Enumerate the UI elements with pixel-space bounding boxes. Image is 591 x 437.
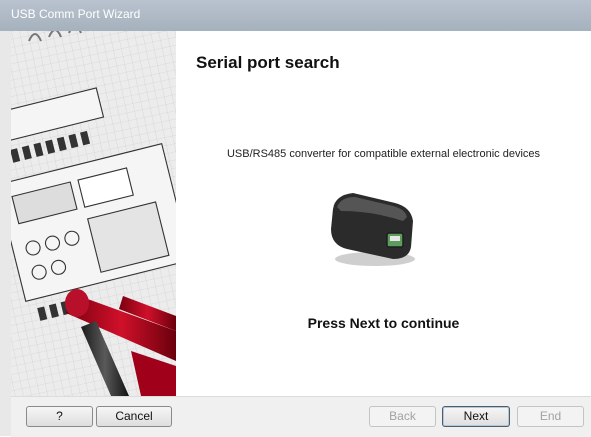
wizard-content: Serial port search USB/RS485 converter f… xyxy=(176,31,591,396)
next-button[interactable]: Next xyxy=(442,406,510,427)
title-bar[interactable]: USB Comm Port Wizard xyxy=(0,0,591,31)
page-description: USB/RS485 converter for compatible exter… xyxy=(226,148,541,160)
help-button[interactable]: ? xyxy=(26,406,93,427)
page-heading: Serial port search xyxy=(196,53,340,72)
cancel-button[interactable]: Cancel xyxy=(96,406,172,427)
end-button[interactable]: End xyxy=(517,406,584,427)
usb-rs485-converter-image xyxy=(331,193,415,266)
graph-paper-controller-illustration xyxy=(11,31,176,396)
back-button[interactable]: Back xyxy=(369,406,436,427)
wizard-side-image xyxy=(11,31,176,396)
instruction-text: Press Next to continue xyxy=(307,315,460,331)
window-title: USB Comm Port Wizard xyxy=(11,7,141,21)
wizard-footer: ? Cancel Back Next End xyxy=(11,396,591,437)
